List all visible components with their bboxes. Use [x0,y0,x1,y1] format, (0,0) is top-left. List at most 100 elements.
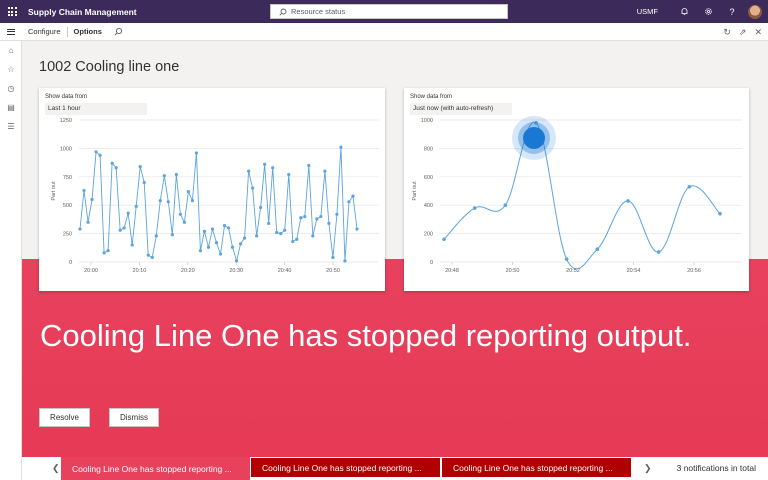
data-point [170,233,174,237]
notifications-button[interactable] [672,0,696,23]
data-point [238,242,243,246]
find-icon[interactable] [114,27,123,36]
data-point [154,234,158,238]
y-tick-label: 0 [430,260,433,266]
gear-icon [704,8,712,15]
notification-tab[interactable]: Cooling Line One has stopped reporting .… [251,458,440,477]
data-point [311,234,315,238]
y-tick-label: 1000 [421,118,433,124]
x-tick-label: 20:10 [133,268,147,274]
notification-bar: ❮ Cooling Line One has stopped reporting… [22,457,768,480]
home-icon[interactable]: ⌂ [0,41,22,60]
search-placeholder: Resource status [291,7,346,16]
part-out-live-chart: 02004006008001000Part out20:48 20:50 20:52… [412,116,742,274]
y-tick-label: 200 [424,232,433,238]
search-icon [279,8,287,16]
company-picker[interactable]: USMF [637,7,658,16]
chevron-left-icon[interactable]: ❮ [52,463,60,474]
data-point [307,163,311,168]
series-line [443,121,721,270]
search-box[interactable]: Resource status [270,4,508,19]
waffle-icon [7,7,17,16]
data-point [150,255,154,260]
dismiss-button[interactable]: Dismiss [109,408,159,427]
y-axis-label: Part out [412,181,418,201]
data-point [595,247,600,252]
data-point [267,221,271,225]
y-tick-label: 1000 [60,146,72,152]
series-line [79,147,358,263]
help-icon: ? [729,6,735,17]
bell-icon [681,8,687,15]
data-point [327,221,331,225]
recent-icon[interactable]: ◷ [0,79,22,98]
data-point [182,220,186,224]
data-point [279,232,283,236]
y-tick-label: 750 [63,175,72,181]
data-point [564,257,569,261]
y-tick-label: 600 [424,175,433,181]
favorites-icon[interactable]: ☆ [0,60,22,79]
x-tick-label: 20:48 [445,268,459,274]
resolve-button[interactable]: Resolve [39,408,90,427]
data-point [114,166,118,170]
data-point [138,164,142,169]
data-point [271,166,275,170]
close-icon[interactable]: ✕ [754,27,762,38]
data-point [218,252,223,256]
x-tick-label: 20:00 [84,268,98,274]
data-point [178,212,182,216]
data-point [339,145,343,149]
x-tick-label: 20:50 [326,268,340,274]
data-point [718,211,722,216]
workspaces-icon[interactable]: ▤ [0,98,22,117]
chart-card-last-hour: Show data from Last 1 hour 0 250 500 750 100… [39,88,385,291]
nav-toggle-button[interactable] [0,23,22,41]
app-title[interactable]: Supply Chain Management [28,7,137,17]
y-tick-label: 400 [424,203,433,209]
data-point [247,169,251,173]
notification-count: 3 notifications in total [676,463,756,473]
help-button[interactable]: ? [720,0,744,23]
data-point [118,228,122,232]
data-point [126,211,130,215]
data-point [331,255,335,260]
notification-tab[interactable]: Cooling Line One has stopped reporting .… [442,458,631,477]
tab-configure[interactable]: Configure [22,27,67,36]
data-point [343,259,347,263]
data-point [206,245,211,249]
notification-tab[interactable]: Cooling Line One has stopped reporting .… [61,457,250,480]
data-point [259,205,263,210]
open-new-window-icon[interactable]: ⇗ [739,27,747,38]
data-point [86,220,90,224]
data-point [626,199,630,203]
y-tick-label: 250 [63,232,72,238]
data-point [102,251,106,255]
data-point [656,250,661,254]
settings-button[interactable] [696,0,720,23]
avatar[interactable] [748,4,762,19]
data-point [194,151,199,155]
data-point [319,214,323,219]
x-tick-label: 20:54 [627,268,641,274]
chart-card-live: Show data from Just now (with auto-refre… [404,88,749,291]
x-tick-label: 20:50 [506,268,520,274]
data-point [98,153,102,157]
refresh-icon[interactable]: ↻ [723,27,731,38]
x-tick-label: 20:56 [687,268,701,274]
data-point [202,229,207,233]
data-point [255,234,259,238]
data-point [335,212,339,216]
data-point [134,204,138,208]
data-point [287,172,291,177]
data-point [214,241,219,245]
data-point [263,162,267,166]
data-point [190,199,195,203]
tab-options[interactable]: Options [68,27,108,36]
chevron-right-icon[interactable]: ❯ [644,463,652,474]
app-launcher-button[interactable] [0,0,24,23]
data-point [226,226,231,230]
data-point [251,186,255,190]
y-tick-label: 0 [69,260,72,266]
modules-icon[interactable]: ☰ [0,117,22,136]
